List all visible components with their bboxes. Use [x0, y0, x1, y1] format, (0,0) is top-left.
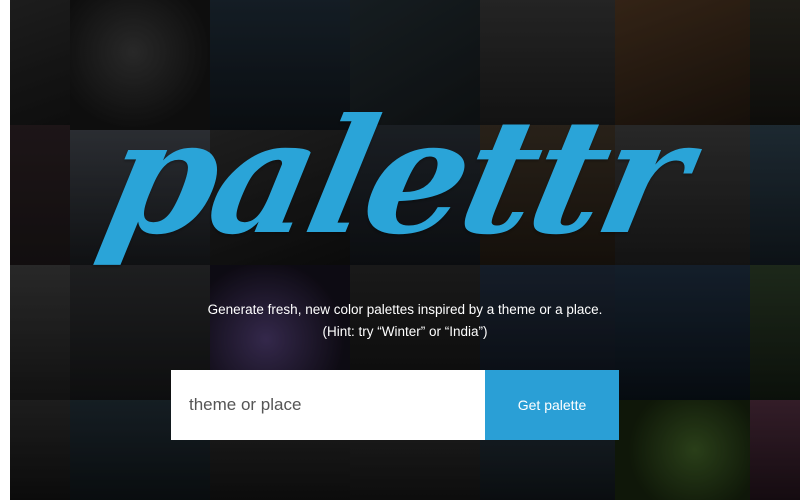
get-palette-button[interactable]: Get palette [485, 370, 619, 440]
palettr-logo: palettr [88, 85, 703, 270]
hint-text: (Hint: try “Winter” or “India”) [322, 324, 488, 339]
theme-or-place-input[interactable] [171, 370, 485, 440]
tagline: Generate fresh, new color palettes inspi… [207, 302, 603, 317]
